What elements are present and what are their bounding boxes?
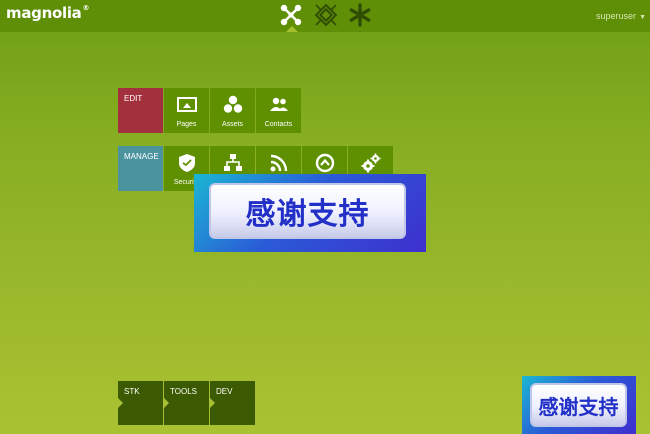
app-tile-label: Pages bbox=[176, 121, 197, 128]
edit-group-header: EDIT bbox=[118, 88, 163, 133]
chevron-down-icon: ▼ bbox=[639, 14, 646, 21]
hierarchy-icon bbox=[210, 152, 255, 174]
manage-group-header: MANAGE bbox=[118, 146, 163, 191]
rss-icon bbox=[256, 152, 301, 174]
app-tile-contacts[interactable]: Contacts bbox=[256, 88, 301, 133]
thanks-banner-text: 感谢支持 bbox=[530, 383, 627, 427]
thanks-banner-large: 感谢支持 bbox=[194, 174, 426, 252]
expand-arrow-icon bbox=[210, 398, 215, 408]
dev-group-dev[interactable]: DEV bbox=[210, 381, 255, 425]
dev-group-title: DEV bbox=[216, 387, 233, 396]
logo-text: magnolia bbox=[6, 4, 82, 22]
scheduler-icon bbox=[302, 152, 347, 174]
dev-group-stk[interactable]: STK bbox=[118, 381, 163, 425]
app-tile-assets[interactable]: Assets bbox=[210, 88, 255, 133]
expand-arrow-icon bbox=[164, 398, 169, 408]
username: superuser bbox=[596, 11, 637, 21]
assets-icon bbox=[210, 94, 255, 116]
contacts-icon bbox=[256, 94, 301, 116]
top-bar: magnolia® superuser ▼ bbox=[0, 0, 650, 32]
top-nav bbox=[278, 2, 378, 32]
favorites-icon[interactable] bbox=[347, 2, 373, 28]
dev-group-title: STK bbox=[124, 387, 140, 396]
thanks-banner-text: 感谢支持 bbox=[209, 183, 406, 239]
magnolia-logo[interactable]: magnolia® bbox=[6, 4, 89, 22]
dev-group-title: TOOLS bbox=[170, 387, 197, 396]
edit-group-title: EDIT bbox=[124, 94, 143, 103]
active-indicator bbox=[286, 26, 298, 32]
user-menu[interactable]: superuser ▼ bbox=[596, 11, 646, 21]
dev-group-tools[interactable]: TOOLS bbox=[164, 381, 209, 425]
security-icon bbox=[164, 152, 209, 174]
app-tile-label: Assets bbox=[221, 121, 243, 128]
app-tile-pages[interactable]: Pages bbox=[164, 88, 209, 133]
app-tile-label: Contacts bbox=[264, 121, 293, 128]
pulse-icon[interactable] bbox=[313, 2, 339, 28]
logo-registered-mark: ® bbox=[82, 4, 90, 12]
expand-arrow-icon bbox=[118, 398, 123, 408]
pages-icon bbox=[164, 94, 209, 116]
gears-icon bbox=[348, 152, 393, 174]
manage-group-title: MANAGE bbox=[124, 152, 159, 161]
thanks-banner-small: 感谢支持 bbox=[522, 376, 636, 434]
apps-icon[interactable] bbox=[278, 2, 304, 32]
